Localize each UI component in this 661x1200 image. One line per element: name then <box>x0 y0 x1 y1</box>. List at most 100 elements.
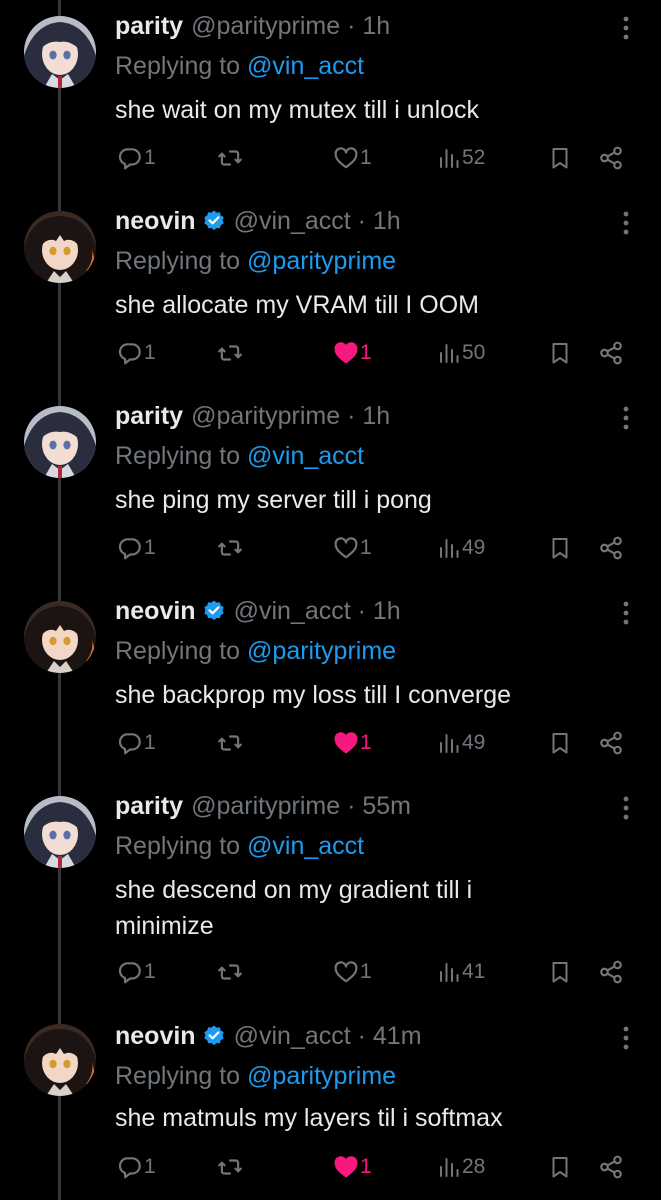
more-icon[interactable] <box>621 404 631 432</box>
verified-badge-icon <box>203 210 224 231</box>
view-count: 52 <box>462 146 486 169</box>
author-name[interactable]: parity <box>115 792 183 820</box>
reply-count: 1 <box>144 341 156 364</box>
timestamp[interactable]: 41m <box>373 1022 422 1050</box>
like-button[interactable]: 1 <box>333 338 372 368</box>
share-button[interactable] <box>598 957 624 987</box>
author-name[interactable]: parity <box>115 12 183 40</box>
reply-button[interactable]: 1 <box>117 533 156 563</box>
timestamp[interactable]: 1h <box>373 597 401 625</box>
share-button[interactable] <box>598 1152 624 1182</box>
share-button[interactable] <box>598 533 624 563</box>
avatar[interactable] <box>24 406 96 478</box>
like-button[interactable]: 1 <box>333 533 372 563</box>
reply-count: 1 <box>144 1155 156 1178</box>
author-handle[interactable]: @vin_acct <box>234 597 351 625</box>
retweet-button[interactable] <box>217 1152 243 1182</box>
views-button[interactable]: 28 <box>437 1152 485 1182</box>
reply-icon <box>118 962 141 984</box>
more-icon[interactable] <box>621 1024 631 1052</box>
views-button[interactable]: 52 <box>437 143 485 173</box>
retweet-icon <box>218 345 242 361</box>
tweet[interactable]: parity @parityprime · 55m Replying to @vi… <box>0 780 661 1012</box>
author-handle[interactable]: @vin_acct <box>234 1022 351 1050</box>
share-button[interactable] <box>598 143 624 173</box>
avatar[interactable] <box>24 211 96 283</box>
bookmark-icon <box>552 148 568 169</box>
retweet-button[interactable] <box>217 338 243 368</box>
reply-button[interactable]: 1 <box>117 1152 156 1182</box>
more-icon[interactable] <box>621 599 631 627</box>
reply-button[interactable]: 1 <box>117 338 156 368</box>
replying-to: Replying to @parityprime <box>115 635 396 667</box>
views-button[interactable]: 49 <box>437 728 485 758</box>
timestamp[interactable]: 55m <box>362 792 411 820</box>
avatar[interactable] <box>24 796 96 868</box>
mention-link[interactable]: @parityprime <box>247 247 396 275</box>
share-button[interactable] <box>598 338 624 368</box>
bookmark-button[interactable] <box>548 1152 572 1182</box>
author-handle[interactable]: @vin_acct <box>234 207 351 235</box>
reply-icon <box>118 343 141 365</box>
tweet[interactable]: neovin @vin_acct · 41m Replying to @parit… <box>0 1012 661 1200</box>
tweet[interactable]: parity @parityprime · 1h Replying to @vin… <box>0 0 661 195</box>
retweet-button[interactable] <box>217 728 243 758</box>
like-button[interactable]: 1 <box>333 1152 372 1182</box>
more-icon[interactable] <box>621 794 631 822</box>
more-icon[interactable] <box>621 14 631 42</box>
like-button[interactable]: 1 <box>333 728 372 758</box>
retweet-button[interactable] <box>217 143 243 173</box>
like-button[interactable]: 1 <box>333 957 372 987</box>
avatar[interactable] <box>24 16 96 88</box>
mention-link[interactable]: @parityprime <box>247 1062 396 1090</box>
retweet-icon <box>218 735 242 751</box>
views-icon <box>440 1158 459 1177</box>
mention-link[interactable]: @vin_acct <box>247 442 364 470</box>
timestamp[interactable]: 1h <box>362 12 390 40</box>
tweet[interactable]: neovin @vin_acct · 1h Replying to @parity… <box>0 195 661 390</box>
view-count: 41 <box>462 960 486 983</box>
reply-button[interactable]: 1 <box>117 728 156 758</box>
avatar[interactable] <box>24 601 96 673</box>
views-icon <box>440 149 459 168</box>
bookmark-button[interactable] <box>548 533 572 563</box>
replying-prefix: Replying to <box>115 442 248 470</box>
retweet-button[interactable] <box>217 957 243 987</box>
reply-button[interactable]: 1 <box>117 143 156 173</box>
views-button[interactable]: 50 <box>437 338 485 368</box>
retweet-icon <box>218 150 242 166</box>
views-button[interactable]: 41 <box>437 957 485 987</box>
author-handle[interactable]: @parityprime <box>191 402 340 430</box>
action-bar: 1 1 41 <box>115 957 635 987</box>
timestamp[interactable]: 1h <box>362 402 390 430</box>
author-name[interactable]: neovin <box>115 1022 196 1050</box>
tweet[interactable]: neovin @vin_acct · 1h Replying to @parity… <box>0 585 661 780</box>
views-button[interactable]: 49 <box>437 533 485 563</box>
timestamp[interactable]: 1h <box>373 207 401 235</box>
tweet[interactable]: parity @parityprime · 1h Replying to @vin… <box>0 390 661 585</box>
avatar[interactable] <box>24 1024 96 1096</box>
bookmark-button[interactable] <box>548 957 572 987</box>
bookmark-button[interactable] <box>548 338 572 368</box>
author-name[interactable]: parity <box>115 402 183 430</box>
mention-link[interactable]: @parityprime <box>247 637 396 665</box>
share-button[interactable] <box>598 728 624 758</box>
retweet-icon <box>218 1159 242 1175</box>
more-icon[interactable] <box>621 209 631 237</box>
view-count: 49 <box>462 536 486 559</box>
author-name[interactable]: neovin <box>115 207 196 235</box>
verified-badge-icon <box>203 600 224 621</box>
reply-button[interactable]: 1 <box>117 957 156 987</box>
share-icon <box>600 536 622 560</box>
mention-link[interactable]: @vin_acct <box>247 52 364 80</box>
author-handle[interactable]: @parityprime <box>191 792 340 820</box>
retweet-button[interactable] <box>217 533 243 563</box>
action-bar: 1 1 49 <box>115 533 635 563</box>
author-name[interactable]: neovin <box>115 597 196 625</box>
mention-link[interactable]: @vin_acct <box>247 832 364 860</box>
author-handle[interactable]: @parityprime <box>191 12 340 40</box>
bookmark-button[interactable] <box>548 143 572 173</box>
reply-count: 1 <box>144 731 156 754</box>
bookmark-button[interactable] <box>548 728 572 758</box>
like-button[interactable]: 1 <box>333 143 372 173</box>
